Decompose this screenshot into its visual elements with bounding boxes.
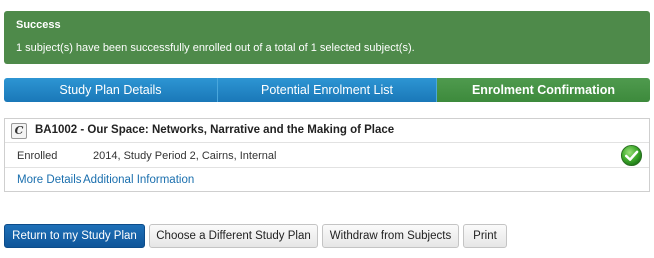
status-value: 2014, Study Period 2, Cairns, Internal: [93, 150, 277, 162]
step-enrolment-confirmation: Enrolment Confirmation: [437, 78, 650, 102]
success-alert: Success 1 subject(s) have been successfu…: [4, 11, 650, 64]
subject-header: C BA1002 - Our Space: Networks, Narrativ…: [5, 119, 649, 143]
additional-information-link[interactable]: Additional Information: [83, 174, 194, 186]
print-button[interactable]: Print: [463, 224, 507, 248]
check-circle-icon: [620, 144, 643, 167]
return-to-study-plan-button[interactable]: Return to my Study Plan: [4, 224, 145, 248]
alert-title: Success: [16, 19, 61, 31]
status-label: Enrolled: [17, 150, 58, 162]
enrolment-steps: Study Plan Details Potential Enrolment L…: [4, 78, 650, 102]
enrolment-status-row: Enrolled 2014, Study Period 2, Cairns, I…: [5, 143, 649, 168]
subject-title: BA1002 - Our Space: Networks, Narrative …: [35, 124, 395, 136]
more-details-link[interactable]: More Details: [17, 174, 82, 186]
withdraw-from-subjects-button[interactable]: Withdraw from Subjects: [322, 224, 459, 248]
subject-links: More Details Additional Information: [5, 168, 649, 191]
subject-card: C BA1002 - Our Space: Networks, Narrativ…: [4, 118, 650, 192]
step-study-plan-details[interactable]: Study Plan Details: [4, 78, 218, 102]
alert-message: 1 subject(s) have been successfully enro…: [16, 42, 415, 54]
step-potential-enrolment-list[interactable]: Potential Enrolment List: [218, 78, 437, 102]
subject-type-badge: C: [11, 123, 27, 139]
choose-different-study-plan-button[interactable]: Choose a Different Study Plan: [149, 224, 318, 248]
